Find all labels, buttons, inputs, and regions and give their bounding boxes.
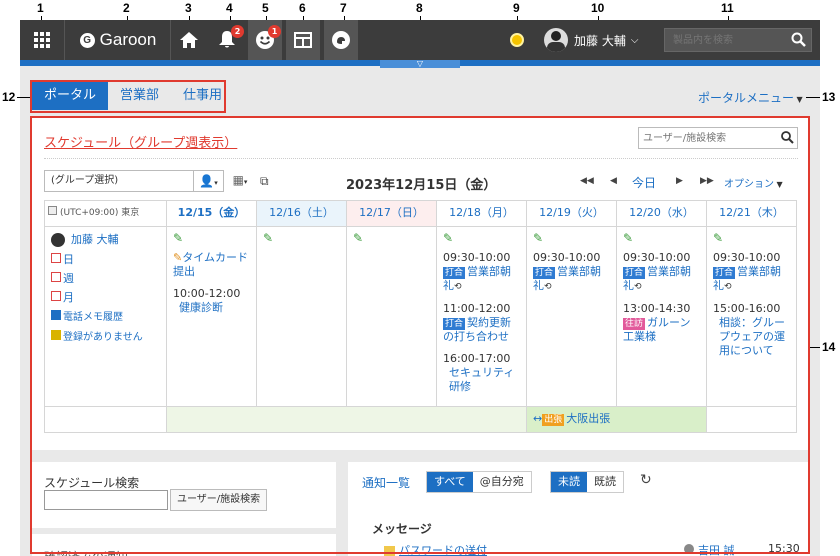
garoon-cloud-icon[interactable] [324, 20, 358, 60]
user-name: 加藤 大輔 [574, 33, 626, 48]
logo-text: Garoon [99, 30, 157, 49]
callout-1: 1 [37, 1, 44, 15]
product-search[interactable] [664, 28, 812, 52]
callout-11: 11 [721, 1, 734, 15]
callout-line-13 [806, 97, 820, 98]
header-collapse-toggle[interactable]: ▽ [380, 60, 460, 68]
callout-8: 8 [416, 1, 423, 15]
callout-line-14 [810, 347, 820, 348]
portal-layout-icon[interactable] [286, 20, 320, 60]
callout-9: 9 [513, 1, 520, 15]
user-avatar [544, 28, 568, 52]
callout-6: 6 [299, 1, 306, 15]
callout-7: 7 [340, 1, 347, 15]
callout-12: 12 [2, 90, 16, 104]
notification-bell-icon[interactable]: 2 [210, 20, 244, 60]
callout-box-14 [30, 116, 810, 554]
callout-2: 2 [123, 1, 130, 15]
header-divider [64, 20, 65, 60]
portal-menu[interactable]: ポータルメニュー ▼ [698, 89, 803, 106]
user-menu[interactable]: 加藤 大輔 ⌵ [544, 20, 658, 60]
home-icon[interactable] [172, 20, 206, 60]
status-dot-icon[interactable] [500, 20, 534, 60]
caret-down-icon: ▼ [794, 95, 803, 104]
notification-badge: 2 [231, 25, 244, 38]
callout-box-12 [30, 80, 226, 113]
callout-4: 4 [226, 1, 233, 15]
portal-menu-label: ポータルメニュー [698, 91, 795, 105]
garoon-logo[interactable]: G Garoon [70, 20, 166, 60]
app-menu-icon[interactable] [26, 20, 58, 60]
presence-smiley-icon[interactable]: 1 [248, 20, 282, 60]
logo-g-icon: G [79, 32, 95, 48]
global-header: G Garoon 2 1 加藤 大輔 ⌵ [20, 20, 820, 60]
search-icon[interactable] [791, 32, 806, 50]
callout-13: 13 [822, 90, 836, 104]
header-divider [170, 20, 171, 60]
callout-line-12 [17, 97, 30, 98]
search-input[interactable] [665, 29, 785, 51]
callout-10: 10 [591, 1, 605, 15]
chevron-down-icon: ⌵ [630, 34, 639, 46]
chevron-down-icon: ▽ [416, 59, 424, 68]
callout-14: 14 [822, 340, 836, 354]
callout-3: 3 [185, 1, 192, 15]
callout-5: 5 [262, 1, 269, 15]
presence-badge: 1 [268, 25, 281, 38]
